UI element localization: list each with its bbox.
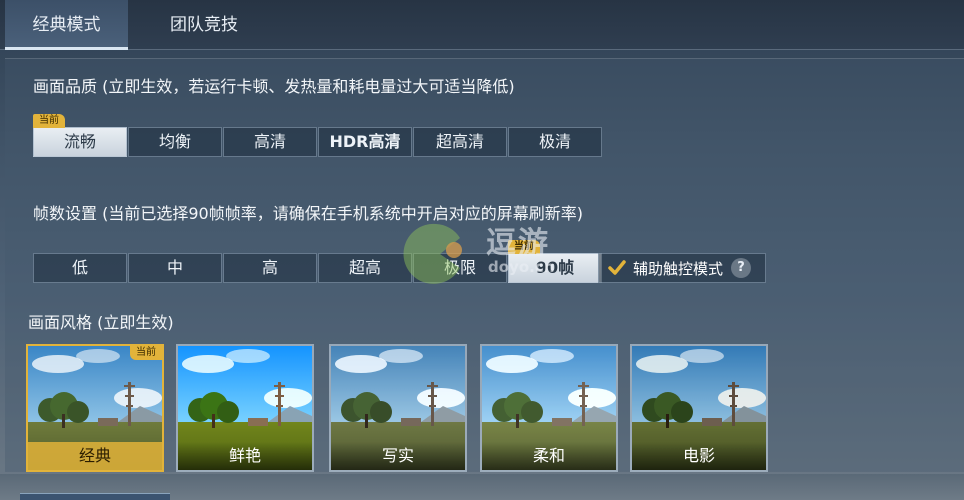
quality-option-smooth[interactable]: 当前 流畅 <box>33 114 127 157</box>
option-label: 超高清 <box>435 132 484 151</box>
quality-option-hd[interactable]: 高清 <box>223 127 317 157</box>
framerate-option-extreme[interactable]: 极限 <box>413 253 507 283</box>
style-card-label: 电影 <box>632 442 766 470</box>
option-label: 中 <box>166 258 183 277</box>
quality-section-title: 画面品质 (立即生效，若运行卡顿、发热量和耗电量过大可适当降低) <box>33 77 515 96</box>
option-label: 极限 <box>443 258 476 277</box>
option-label: 90帧 <box>535 258 575 277</box>
style-card-cinematic[interactable]: 电影 <box>630 344 768 472</box>
tab-classic-mode[interactable]: 经典模式 <box>5 0 128 50</box>
option-label: 超高 <box>348 258 381 277</box>
bottom-tab-edge[interactable] <box>20 493 170 500</box>
option-label: 低 <box>71 258 88 277</box>
framerate-options: 低 中 高 超高 极限 当前 90帧 <box>33 240 603 283</box>
quality-option-balanced[interactable]: 均衡 <box>128 127 222 157</box>
tab-team-deathmatch[interactable]: 团队竞技 <box>140 0 268 50</box>
assist-touch-label: 辅助触控模式 <box>633 259 724 278</box>
quality-option-ultra-hd[interactable]: 超高清 <box>413 127 507 157</box>
style-section-title: 画面风格 (立即生效) <box>28 313 174 332</box>
style-card-soft[interactable]: 柔和 <box>480 344 618 472</box>
option-label: 流畅 <box>63 132 96 151</box>
style-card-label: 经典 <box>28 442 162 470</box>
help-icon[interactable]: ? <box>731 258 752 278</box>
framerate-option-high[interactable]: 高 <box>223 253 317 283</box>
checkmark-icon <box>607 258 627 278</box>
style-card-label: 鲜艳 <box>178 442 312 470</box>
style-card-realistic[interactable]: 写实 <box>329 344 467 472</box>
option-label: 极清 <box>538 132 571 151</box>
current-badge: 当前 <box>33 114 65 128</box>
style-card-label: 柔和 <box>482 442 616 470</box>
framerate-option-90fps[interactable]: 当前 90帧 <box>508 240 602 283</box>
framerate-option-super-high[interactable]: 超高 <box>318 253 412 283</box>
current-badge: 当前 <box>130 346 162 360</box>
framerate-option-low[interactable]: 低 <box>33 253 127 283</box>
style-card-classic[interactable]: 当前 经典 <box>26 344 164 472</box>
top-tab-bar: 经典模式 团队竞技 <box>0 0 964 50</box>
framerate-section-title: 帧数设置 (当前已选择90帧帧率，请确保在手机系统中开启对应的屏幕刷新率) <box>33 204 583 223</box>
framerate-option-medium[interactable]: 中 <box>128 253 222 283</box>
quality-option-hdr[interactable]: HDR高清 <box>318 127 412 157</box>
option-label: 高清 <box>253 132 286 151</box>
option-label: HDR高清 <box>329 132 401 151</box>
current-badge: 当前 <box>508 240 540 254</box>
assist-touch-toggle[interactable]: 辅助触控模式 ? <box>598 253 766 283</box>
option-label: 高 <box>261 258 278 277</box>
style-card-vivid[interactable]: 鲜艳 <box>176 344 314 472</box>
style-card-label: 写实 <box>331 442 465 470</box>
quality-option-extreme[interactable]: 极清 <box>508 127 602 157</box>
option-label: 均衡 <box>158 132 191 151</box>
quality-options: 当前 流畅 均衡 高清 HDR高清 超高清 极清 <box>33 114 603 157</box>
